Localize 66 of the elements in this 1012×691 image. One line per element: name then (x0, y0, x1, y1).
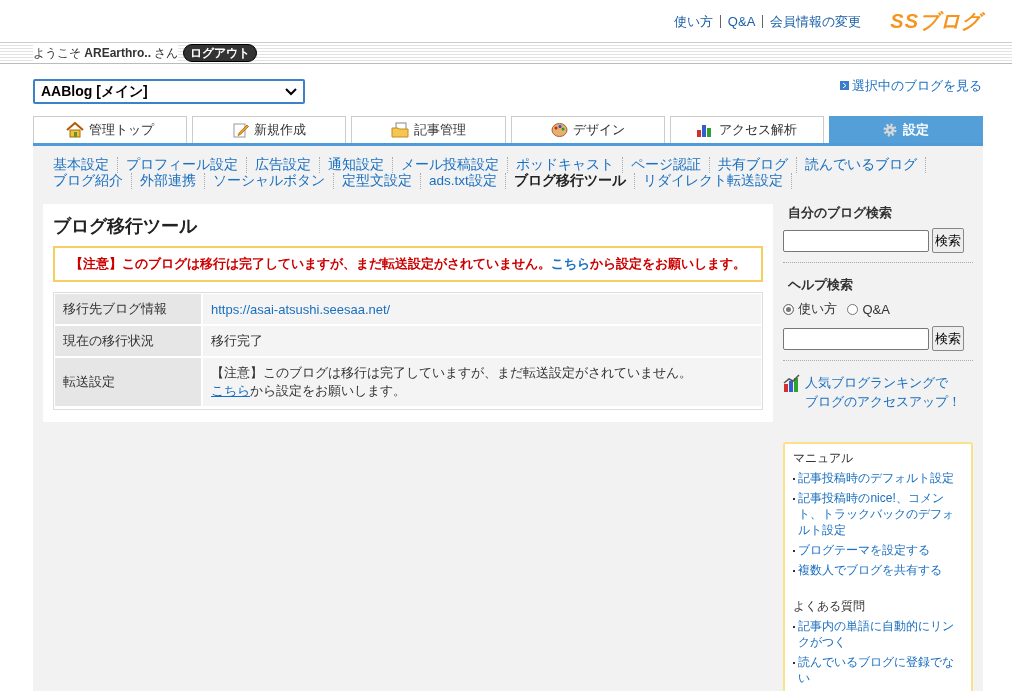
header-link[interactable]: 使い方 (666, 14, 720, 28)
house-icon (66, 122, 85, 138)
help-link[interactable]: 複数人でブログを共有する (798, 562, 943, 578)
section-title: 自分のブログ検索 (788, 204, 894, 222)
search-field[interactable] (783, 229, 930, 252)
pencil-note-icon (232, 122, 249, 138)
search-field[interactable] (783, 327, 930, 350)
header-link[interactable]: Q&A (719, 14, 763, 28)
section-title: ヘルプ検索 (788, 276, 855, 294)
settings-link[interactable]: 基本設定 (45, 157, 118, 173)
help-link[interactable]: 記事内の単語に自動的にリンクがつく (798, 618, 965, 650)
nav-tab[interactable]: デザイン (510, 116, 665, 143)
settings-link[interactable]: 読んでいるブログ (797, 157, 926, 173)
folder-document-icon (390, 122, 409, 138)
table-header-cell: 現在の移行状況 (55, 326, 201, 356)
help-link[interactable]: 記事投稿時のデフォルト設定 (798, 470, 955, 486)
ranking-link[interactable]: 人気ブログランキングで ブログのアクセスアップ！ (805, 374, 962, 412)
settings-link[interactable]: ブログ紹介 (45, 173, 132, 189)
settings-link[interactable]: リダイレクト転送設定 (634, 173, 792, 189)
nav-tab[interactable]: アクセス解析 (669, 116, 824, 143)
table-header-cell: 転送設定 (55, 358, 201, 406)
settings-link[interactable]: ポッドキャスト (508, 157, 623, 173)
status-text: 移行完了 (211, 332, 263, 350)
settings-link[interactable]: 定型文設定 (334, 173, 421, 189)
header-link[interactable]: 会員情報の変更 (762, 14, 869, 28)
search-button[interactable]: 検索 (932, 228, 965, 253)
settings-link[interactable]: 通知設定 (320, 157, 393, 173)
palette-icon (550, 122, 568, 138)
search-button[interactable]: 検索 (932, 326, 965, 351)
help-link[interactable]: ブログテーマを設定する (798, 542, 931, 558)
blog-select[interactable]: AABlog [メイン] (33, 79, 305, 104)
nav-tab[interactable]: 記事管理 (351, 116, 506, 143)
chevron-down-icon (285, 87, 297, 96)
nav-tab[interactable]: 設定 (828, 116, 984, 143)
page-title: ブログ移行ツール (53, 215, 199, 238)
radio-button[interactable] (847, 303, 859, 315)
view-blog-link[interactable]: 選択中のブログを見る (840, 76, 982, 95)
arrow-square-icon (840, 81, 849, 90)
bar-chart-icon (783, 374, 802, 392)
settings-link[interactable]: 広告設定 (247, 157, 320, 173)
table-header-cell: 移行先ブログ情報 (55, 294, 201, 324)
settings-link[interactable]: プロフィール設定 (118, 157, 247, 173)
nav-tab[interactable]: 新規作成 (192, 116, 347, 143)
section-title: よくある質問 (793, 598, 867, 615)
radio-option[interactable]: 使い方 (783, 300, 838, 318)
settings-link[interactable]: 共有ブログ (710, 157, 797, 173)
gear-icon (882, 122, 899, 138)
settings-link[interactable]: こちら (551, 256, 591, 271)
help-link[interactable]: 読んでいるブログに登録でない (798, 654, 965, 686)
settings-link[interactable]: こちら (211, 383, 250, 398)
transfer-notice: 【注意】このブログは移行は完了していますが、まだ転送設定がされていません。 こちらから設定をお願いします。 (211, 364, 692, 400)
welcome-text: ようこそ AREarthro.. さん (33, 44, 179, 62)
settings-link[interactable]: 外部連携 (132, 173, 205, 189)
section-title: マニュアル (793, 450, 855, 467)
settings-link[interactable]: ads.txt設定 (421, 173, 506, 189)
settings-link[interactable]: ページ認証 (623, 157, 710, 173)
radio-button[interactable] (783, 303, 795, 315)
settings-link[interactable]: メール投稿設定 (393, 157, 508, 173)
settings-link[interactable]: ブログ移行ツール (505, 173, 635, 189)
warning-notice: 【注意】このブログは移行は完了していますが、まだ転送設定がされていません。こちらから設定をお願いします。 (53, 246, 764, 282)
blog-url-link[interactable]: https://asai-atsushi.seesaa.net/ (211, 301, 391, 317)
settings-link[interactable]: ソーシャルボタン (205, 173, 334, 189)
nav-tab[interactable]: 管理トップ (33, 116, 188, 143)
radio-option[interactable]: Q&A (847, 300, 890, 318)
logout-button[interactable]: ログアウト (183, 44, 258, 62)
help-link[interactable]: 記事投稿時のnice!、コメント、トラックバックのデフォルト設定 (798, 490, 965, 538)
